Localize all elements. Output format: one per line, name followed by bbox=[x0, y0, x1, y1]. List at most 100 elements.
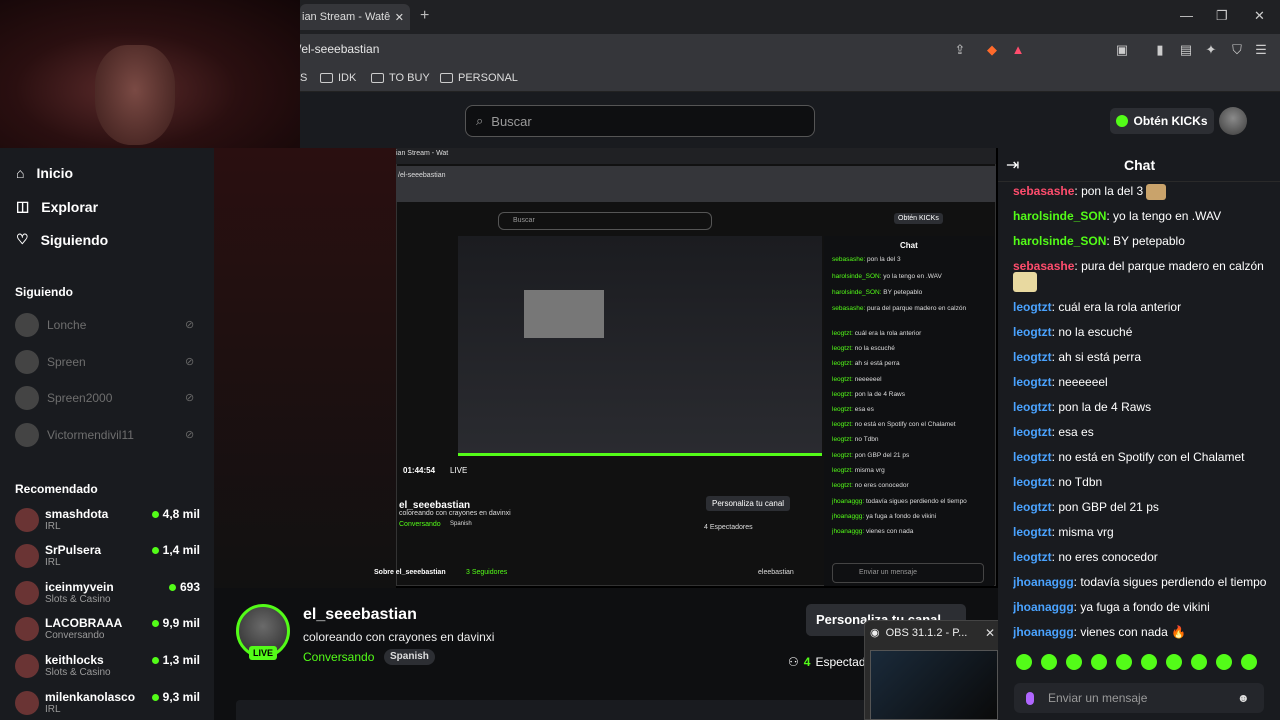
recommended-item[interactable]: keithlocks Slots & Casino bbox=[15, 653, 111, 678]
collapse-chat-icon[interactable]: ⇥ bbox=[1006, 155, 1019, 175]
live-dot-icon bbox=[151, 546, 159, 554]
chat-message: leogtzt: no Tdbn bbox=[1013, 475, 1103, 489]
avatar bbox=[15, 653, 39, 678]
inner-chat-line: leogtzt: pon GBP del 21 ps bbox=[832, 452, 910, 459]
chat-message-input[interactable]: Enviar un mensaje bbox=[1014, 683, 1264, 713]
inner-chat-line: sebasashe: pon la del 3 bbox=[832, 256, 901, 263]
inner-personalize-button: Personaliza tu canal bbox=[706, 496, 791, 511]
inner-chat-line: jhoanaggg: todavía sigues perdiendo el t… bbox=[832, 498, 967, 505]
viewer-count: 1,3 mil bbox=[150, 653, 200, 667]
bookmark-folder-personal[interactable]: PERSONAL bbox=[440, 72, 518, 84]
obs-preview-thumbnail[interactable] bbox=[870, 650, 998, 720]
maximize-icon[interactable]: ❐ bbox=[1216, 8, 1228, 24]
avatar bbox=[15, 616, 39, 641]
bookmark-folder-idk[interactable]: IDK bbox=[320, 72, 356, 84]
emote-icon bbox=[1091, 654, 1107, 670]
inner-chat-line: leogtzt: cuál era la rola anterior bbox=[832, 330, 922, 337]
nav-explore[interactable]: ◫ Explorar bbox=[16, 198, 98, 215]
inner-url: /el-seeebastian bbox=[398, 172, 446, 179]
language-badge[interactable]: Spanish bbox=[384, 649, 435, 665]
vpn-icon[interactable]: ⛉ bbox=[1229, 42, 1245, 58]
recommended-item[interactable]: SrPulsera IRL bbox=[15, 543, 101, 568]
inner-tab-title: ian Stream - Wat bbox=[396, 150, 449, 157]
inner-chat-line: jhoanaggg: vienes con nada bbox=[832, 528, 914, 535]
nav-home[interactable]: ⌂ Inicio bbox=[16, 165, 73, 181]
emote-icon bbox=[1041, 654, 1057, 670]
inner-chat-line: sebasashe: pura del parque madero en cal… bbox=[832, 305, 967, 312]
following-section-title: Siguiendo bbox=[15, 285, 73, 299]
channel-name[interactable]: el_seeebastian bbox=[303, 606, 417, 624]
following-item[interactable]: Lonche bbox=[15, 313, 86, 337]
reader-icon[interactable]: ▣ bbox=[1114, 42, 1130, 58]
inner-chat-line: harolsinde_SON: BY petepablo bbox=[832, 289, 923, 296]
emote-icon bbox=[1216, 654, 1232, 670]
rewards-icon[interactable]: ▲ bbox=[1010, 42, 1026, 58]
sidebar-toggle-icon[interactable]: ▮ bbox=[1152, 42, 1168, 58]
minimize-icon[interactable]: — bbox=[1180, 8, 1193, 23]
wallet-icon[interactable]: ▤ bbox=[1178, 42, 1194, 58]
chat-message: leogtzt: pon GBP del 21 ps bbox=[1013, 500, 1159, 514]
avatar bbox=[15, 507, 39, 532]
emote-icon bbox=[1013, 272, 1037, 292]
new-tab-button[interactable]: + bbox=[420, 7, 429, 25]
inner-chat-line: leogtzt: esa es bbox=[832, 406, 874, 413]
tab-close-icon[interactable]: ✕ bbox=[395, 11, 404, 24]
browser-tab[interactable]: ian Stream - Watê ✕ bbox=[300, 4, 410, 30]
chat-message: jhoanaggg: todavía sigues perdiendo el t… bbox=[1013, 575, 1267, 589]
inner-webcam-area bbox=[214, 148, 396, 588]
url-text[interactable]: /el-seeebastian bbox=[298, 42, 379, 56]
following-item[interactable]: Victormendivil11 bbox=[15, 423, 134, 447]
bookmark-folder-to-buy[interactable]: TO BUY bbox=[371, 72, 430, 84]
brave-shield-icon[interactable]: ◆ bbox=[984, 42, 1000, 58]
compass-icon: ◫ bbox=[16, 198, 30, 214]
recommended-item[interactable]: milenkanolasco IRL bbox=[15, 690, 135, 715]
live-badge: LIVE bbox=[249, 646, 277, 660]
offline-icon: ⊘ bbox=[185, 319, 195, 331]
stream-category[interactable]: Conversando bbox=[303, 650, 374, 664]
emote-icon bbox=[1166, 654, 1182, 670]
tab-title: ian Stream - Watê bbox=[302, 11, 391, 23]
user-avatar[interactable] bbox=[1219, 107, 1247, 135]
avatar bbox=[15, 423, 39, 447]
nav-following[interactable]: ♡ Siguiendo bbox=[16, 231, 108, 248]
inner-live: LIVE bbox=[450, 466, 468, 475]
recommended-section-title: Recomendado bbox=[15, 482, 98, 496]
offline-icon: ⊘ bbox=[185, 392, 195, 404]
avatar bbox=[15, 386, 39, 410]
folder-icon bbox=[371, 73, 384, 83]
bookmark-item[interactable]: S bbox=[300, 72, 307, 84]
chat-message: leogtzt: no está en Spotify con el Chala… bbox=[1013, 450, 1245, 464]
inner-language: Spanish bbox=[450, 521, 472, 527]
following-item[interactable]: Spreen2000 bbox=[15, 386, 112, 410]
emoji-picker-icon[interactable]: ☻ bbox=[1237, 691, 1250, 705]
menu-icon[interactable]: ☰ bbox=[1253, 42, 1269, 58]
recommended-item[interactable]: smashdota IRL bbox=[15, 507, 108, 532]
heart-icon: ♡ bbox=[16, 231, 29, 247]
chat-message: leogtzt: ah si está perra bbox=[1013, 350, 1142, 364]
emote-bar[interactable] bbox=[1016, 654, 1257, 670]
close-window-icon[interactable]: ✕ bbox=[1254, 8, 1265, 24]
chat-message: harolsinde_SON: yo la tengo en .WAV bbox=[1013, 209, 1222, 223]
viewer-count: 9,9 mil bbox=[150, 616, 200, 630]
obs-close-icon[interactable]: ✕ bbox=[985, 626, 995, 640]
home-icon: ⌂ bbox=[16, 165, 25, 181]
live-dot-icon bbox=[151, 693, 159, 701]
get-kicks-button[interactable]: Obtén KICKs bbox=[1110, 108, 1214, 134]
emote-icon bbox=[1016, 654, 1032, 670]
leo-icon[interactable]: ✦ bbox=[1203, 42, 1219, 58]
live-dot-icon bbox=[151, 619, 159, 627]
viewer-count: 693 bbox=[150, 580, 200, 594]
stream-title: coloreando con crayones en davinxi bbox=[303, 630, 495, 644]
recommended-item[interactable]: iceinmyvein Slots & Casino bbox=[15, 580, 114, 605]
live-dot-icon bbox=[151, 510, 159, 518]
following-item[interactable]: Spreen bbox=[15, 350, 86, 374]
recommended-item[interactable]: LACOBRAAA Conversando bbox=[15, 616, 122, 641]
inner-chat-line: leogtzt: misma vrg bbox=[832, 467, 885, 474]
inner-kicks-button: Obtén KICKs bbox=[894, 213, 943, 224]
share-icon[interactable]: ⇪ bbox=[952, 42, 968, 58]
folder-icon bbox=[440, 73, 453, 83]
inner-chat-line: leogtzt: ah si está perra bbox=[832, 360, 900, 367]
chat-message: sebasashe: pon la del 3 bbox=[1013, 184, 1273, 200]
search-input[interactable]: ⌕ Buscar bbox=[465, 105, 815, 137]
inner-about: Sobre el_seeebastian bbox=[374, 569, 446, 576]
